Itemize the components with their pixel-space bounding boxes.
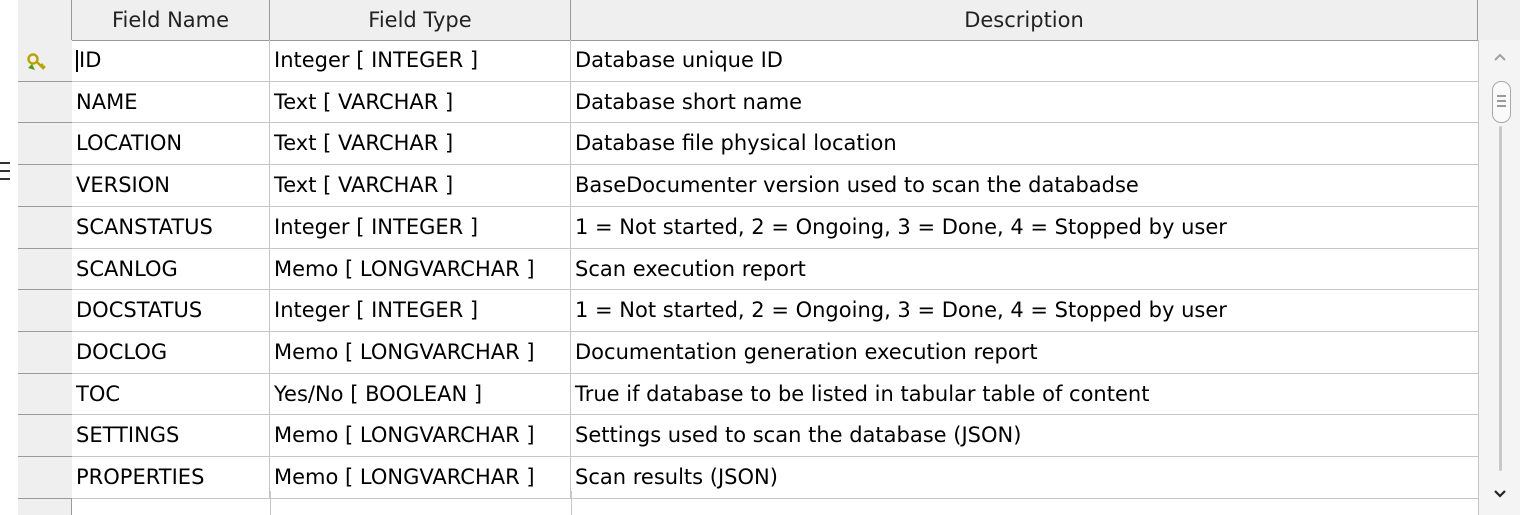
table-row[interactable]: LOCATION Text [ VARCHAR ] Database file ph…	[72, 123, 1478, 165]
description-cell[interactable]: Database unique ID	[571, 40, 1478, 81]
table-row[interactable]: ID Integer [ INTEGER ] Database unique ID	[72, 40, 1478, 82]
row-selector[interactable]	[18, 165, 72, 207]
description-cell[interactable]: Database file physical location	[571, 123, 1478, 164]
description-cell[interactable]: 1 = Not started, 2 = Ongoing, 3 = Done, …	[571, 290, 1478, 331]
row-selector[interactable]	[18, 457, 72, 499]
field-name-text: PROPERTIES	[76, 465, 205, 489]
field-type-cell[interactable]: Memo [ LONGVARCHAR ]	[270, 332, 571, 373]
vertical-scrollbar[interactable]	[1478, 40, 1520, 515]
field-name-text: VERSION	[76, 173, 170, 197]
scroll-up-button[interactable]	[1479, 40, 1520, 74]
field-type-cell[interactable]: Integer [ INTEGER ]	[270, 290, 571, 331]
row-selector[interactable]	[18, 207, 72, 249]
description-cell[interactable]: Scan results (JSON)	[571, 457, 1478, 498]
field-name-cell[interactable]: SCANLOG	[72, 249, 270, 290]
key-icon	[27, 53, 46, 70]
scrollbar-thumb[interactable]	[1492, 81, 1511, 123]
field-name-text: TOC	[76, 382, 121, 406]
row-selector[interactable]	[18, 82, 72, 123]
table-row[interactable]: NAME Text [ VARCHAR ] Database short name	[72, 82, 1478, 123]
field-name-text: DOCSTATUS	[76, 298, 203, 322]
field-name-cell[interactable]: SETTINGS	[72, 415, 270, 456]
grid-line	[270, 491, 271, 515]
field-name-cell[interactable]: PROPERTIES	[72, 457, 270, 498]
table-row[interactable]: VERSION Text [ VARCHAR ] BaseDocumenter ve…	[72, 165, 1478, 207]
field-name-cell[interactable]: NAME	[72, 82, 270, 123]
field-name-cell[interactable]: DOCSTATUS	[72, 290, 270, 331]
scroll-down-button[interactable]	[1479, 477, 1520, 511]
column-header-description[interactable]: Description	[571, 0, 1478, 40]
corner-cell	[18, 0, 72, 40]
table-design-grid: Field Name Field Type Description ID Inte…	[0, 0, 1520, 515]
description-cell[interactable]: Scan execution report	[571, 249, 1478, 290]
description-cell[interactable]: Documentation generation execution repor…	[571, 332, 1478, 373]
chevron-up-icon	[1494, 53, 1506, 61]
column-header-field-type[interactable]: Field Type	[270, 0, 571, 40]
field-type-cell[interactable]: Text [ VARCHAR ]	[270, 123, 571, 164]
field-name-text: SCANSTATUS	[76, 215, 213, 239]
field-type-cell[interactable]: Text [ VARCHAR ]	[270, 165, 571, 206]
divider-mark	[0, 162, 10, 180]
field-name-cell[interactable]: DOCLOG	[72, 332, 270, 373]
row-selector[interactable]	[18, 123, 72, 165]
table-row[interactable]: SCANSTATUS Integer [ INTEGER ] 1 = Not sta…	[72, 207, 1478, 249]
row-selector[interactable]	[18, 415, 72, 457]
field-type-cell[interactable]: Integer [ INTEGER ]	[270, 40, 571, 81]
table-row[interactable]: SETTINGS Memo [ LONGVARCHAR ] Settings use…	[72, 415, 1478, 457]
grid-line	[571, 491, 572, 515]
description-cell[interactable]: Database short name	[571, 82, 1478, 123]
description-cell[interactable]: True if database to be listed in tabular…	[571, 374, 1478, 415]
field-name-text: SCANLOG	[76, 257, 178, 281]
table-row[interactable]: TOC Yes/No [ BOOLEAN ] True if database to…	[72, 374, 1478, 415]
column-header-bar: Field Name Field Type Description	[18, 0, 1520, 41]
field-name-cell[interactable]: LOCATION	[72, 123, 270, 164]
description-cell[interactable]: 1 = Not started, 2 = Ongoing, 3 = Done, …	[571, 207, 1478, 248]
left-margin	[0, 0, 18, 515]
field-name-text: NAME	[76, 90, 138, 114]
field-type-cell[interactable]: Memo [ LONGVARCHAR ]	[270, 249, 571, 290]
table-row[interactable]: DOCSTATUS Integer [ INTEGER ] 1 = Not star…	[72, 290, 1478, 332]
field-name-text: DOCLOG	[76, 340, 168, 364]
row-selector[interactable]	[18, 40, 72, 82]
description-cell[interactable]: Settings used to scan the database (JSON…	[571, 415, 1478, 456]
field-name-text: LOCATION	[76, 131, 183, 155]
description-cell[interactable]: BaseDocumenter version used to scan the …	[571, 165, 1478, 206]
row-selector[interactable]	[18, 332, 72, 374]
column-header-field-name[interactable]: Field Name	[72, 0, 270, 40]
table-row[interactable]: DOCLOG Memo [ LONGVARCHAR ] Documentation …	[72, 332, 1478, 374]
text-cursor	[76, 50, 78, 72]
field-name-cell[interactable]: ID	[72, 40, 270, 81]
row-selector[interactable]	[18, 374, 72, 415]
field-name-cell[interactable]: TOC	[72, 374, 270, 415]
scrollbar-track[interactable]	[1499, 126, 1502, 471]
field-type-cell[interactable]: Yes/No [ BOOLEAN ]	[270, 374, 571, 415]
table-row[interactable]: PROPERTIES Memo [ LONGVARCHAR ] Scan resul…	[72, 457, 1478, 499]
header-filler	[1478, 0, 1520, 40]
row-selector[interactable]	[18, 290, 72, 332]
field-type-cell[interactable]: Memo [ LONGVARCHAR ]	[270, 415, 571, 456]
table-row[interactable]: SCANLOG Memo [ LONGVARCHAR ] Scan executio…	[72, 249, 1478, 290]
field-name-cell[interactable]: VERSION	[72, 165, 270, 206]
field-type-cell[interactable]: Memo [ LONGVARCHAR ]	[270, 457, 571, 498]
chevron-down-icon	[1494, 490, 1506, 498]
field-name-cell[interactable]: SCANSTATUS	[72, 207, 270, 248]
row-selector[interactable]	[18, 249, 72, 290]
field-name-text: ID	[79, 48, 102, 72]
field-type-cell[interactable]: Text [ VARCHAR ]	[270, 82, 571, 123]
grip-icon	[1497, 95, 1506, 107]
field-type-cell[interactable]: Integer [ INTEGER ]	[270, 207, 571, 248]
field-name-text: SETTINGS	[76, 423, 180, 447]
